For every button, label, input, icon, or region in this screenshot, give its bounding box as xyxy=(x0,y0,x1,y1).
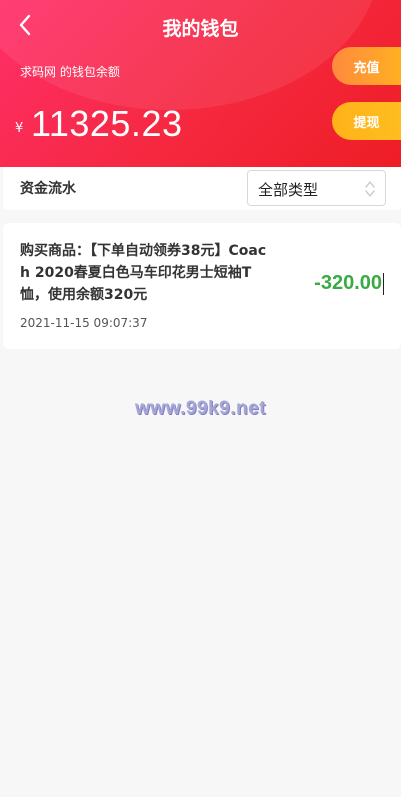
watermark: www.99k9.net xyxy=(135,398,266,419)
record-amount: -320.00 xyxy=(314,272,384,295)
transaction-filter-bar: 资金流水 全部类型 xyxy=(3,167,401,210)
withdraw-button[interactable]: 提现 xyxy=(332,102,401,140)
balance-label: 求码网 的钱包余额 xyxy=(20,65,120,79)
record-description: 购买商品：【下单自动领券38元】Coach 2020春夏白色马车印花男士短袖T恤… xyxy=(20,243,267,303)
text-cursor xyxy=(383,272,384,295)
type-select[interactable]: 全部类型 xyxy=(247,170,386,206)
record-amount-value: -320.00 xyxy=(314,272,382,294)
currency-symbol: ¥ xyxy=(15,121,24,136)
filter-label: 资金流水 xyxy=(20,181,76,197)
up-down-arrows-icon xyxy=(365,181,375,197)
page-title: 我的钱包 xyxy=(162,18,239,40)
wallet-header: 我的钱包 求码网 的钱包余额 ¥ 11325.23 充值 提现 xyxy=(0,0,401,167)
record-time: 2021-11-15 09:07:37 xyxy=(20,316,148,330)
selected-type: 全部类型 xyxy=(258,181,319,199)
recharge-button[interactable]: 充值 xyxy=(332,47,401,85)
balance-amount: 11325.23 xyxy=(31,103,183,144)
transaction-record[interactable]: 购买商品：【下单自动领券38元】Coach 2020春夏白色马车印花男士短袖T恤… xyxy=(3,223,401,349)
